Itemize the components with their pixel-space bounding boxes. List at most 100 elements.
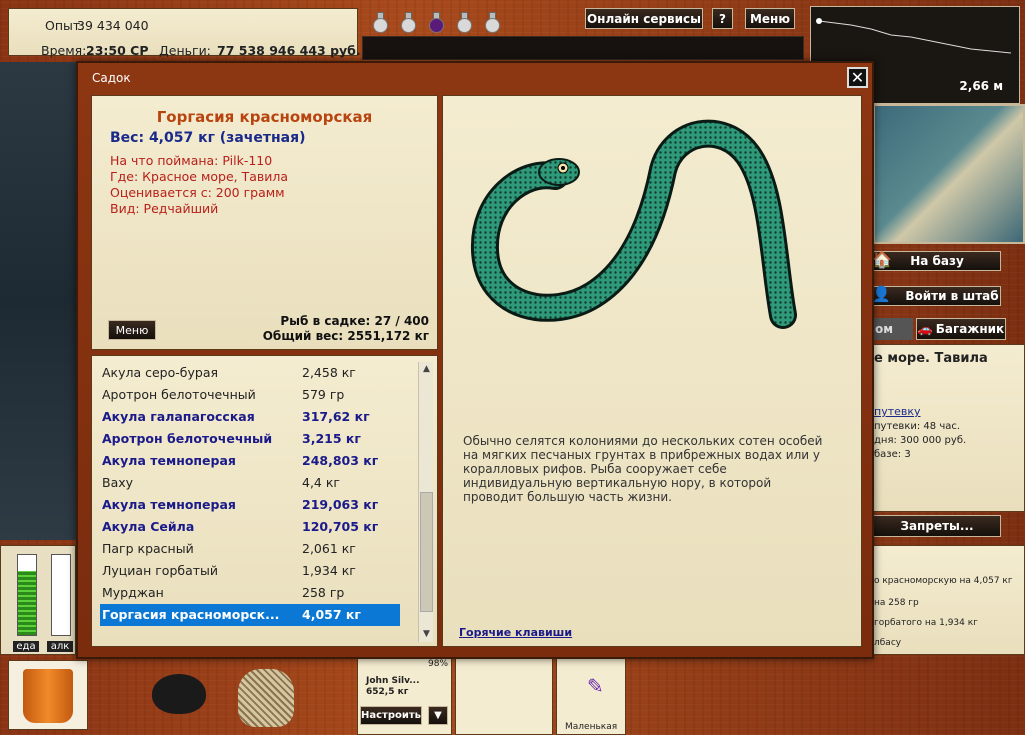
permit-duration: путевки: 48 час. bbox=[874, 421, 961, 432]
bucket-icon bbox=[23, 669, 73, 723]
hotkeys-link[interactable]: Горячие клавиши bbox=[459, 626, 572, 639]
eel-image bbox=[471, 119, 797, 329]
enter-hq-label: Войти в штаб bbox=[905, 289, 999, 303]
fish-list-row[interactable]: Акула Сейла 120,705 кг bbox=[100, 516, 400, 538]
catch-log: о красноморскую на 4,057 кг на 258 гр го… bbox=[873, 545, 1025, 655]
net-icon bbox=[238, 669, 294, 727]
sea-view bbox=[0, 62, 76, 540]
status-strip bbox=[362, 36, 804, 60]
food-bar bbox=[17, 554, 37, 636]
fish-list-row[interactable]: Акула серо-бурая 2,458 кг bbox=[100, 362, 400, 384]
fish-list-scrollbar[interactable]: ▲ ▼ bbox=[418, 362, 433, 642]
lure-size: Маленькая bbox=[565, 722, 618, 732]
fish-row-weight: 4,4 кг bbox=[302, 475, 340, 490]
potion-icon[interactable] bbox=[426, 10, 446, 34]
caught-where: Где: Красное море, Тавила bbox=[110, 169, 289, 184]
tackle-percent: 98% bbox=[428, 659, 449, 669]
fish-row-name: Пагр красный bbox=[102, 541, 194, 556]
help-button[interactable]: ? bbox=[712, 8, 733, 29]
to-base-label: На базу bbox=[910, 254, 964, 268]
caught-on: На что поймана: Pilk-110 bbox=[110, 153, 273, 168]
window-title: Садок bbox=[92, 71, 131, 85]
potion-icon[interactable] bbox=[370, 10, 390, 34]
fish-row-weight: 3,215 кг bbox=[302, 431, 361, 446]
fish-image-panel: Обычно селятся колониями до нескольких с… bbox=[442, 95, 862, 647]
bans-button[interactable]: Запреты... bbox=[873, 515, 1001, 537]
potion-icon[interactable] bbox=[398, 10, 418, 34]
scroll-thumb[interactable] bbox=[420, 492, 433, 612]
fish-row-weight: 2,458 кг bbox=[302, 365, 356, 380]
fish-weight: Вес: 4,057 кг (зачетная) bbox=[110, 130, 306, 146]
fish-info-panel: Горгасия красноморская Вес: 4,057 кг (за… bbox=[91, 95, 438, 350]
keepnet-window: Садок ✕ Горгасия красноморская Вес: 4,05… bbox=[76, 61, 874, 659]
close-button[interactable]: ✕ bbox=[847, 67, 868, 88]
fish-list-row[interactable]: Луциан горбатый 1,934 кг bbox=[100, 560, 400, 582]
fish-list-row[interactable]: Аротрон белоточечный 579 гр bbox=[100, 384, 400, 406]
enter-hq-button[interactable]: 👤 Войти в штаб bbox=[872, 285, 1001, 306]
fish-list-row[interactable]: Мурджан 258 гр bbox=[100, 582, 400, 604]
fish-list-row[interactable]: Акула галапагосская 317,62 кг bbox=[100, 406, 400, 428]
fish-list-row[interactable]: Акула темноперая 219,063 кг bbox=[100, 494, 400, 516]
fish-row-weight: 219,063 кг bbox=[302, 497, 379, 512]
pot-slot[interactable] bbox=[148, 660, 214, 730]
fish-row-name: Ваху bbox=[102, 475, 134, 490]
tackle-owner: John Silv... bbox=[366, 676, 420, 686]
alcohol-bar bbox=[51, 554, 71, 636]
tackle-slot[interactable]: 98% John Silv... 652,5 кг Настроить ▼ bbox=[357, 655, 452, 735]
lure-slot[interactable]: ✎ Маленькая bbox=[556, 655, 626, 735]
online-services-button[interactable]: Онлайн сервисы bbox=[585, 8, 703, 29]
potion-icon[interactable] bbox=[482, 10, 502, 34]
fish-row-weight: 1,934 кг bbox=[302, 563, 356, 578]
to-base-button[interactable]: 🏠 На базу bbox=[872, 250, 1001, 271]
log-line: о красноморскую на 4,057 кг bbox=[874, 576, 1013, 586]
scroll-down-icon[interactable]: ▼ bbox=[419, 627, 434, 642]
fish-list-row[interactable]: Пагр красный 2,061 кг bbox=[100, 538, 400, 560]
bucket-slot[interactable] bbox=[8, 660, 88, 730]
tackle-weight: 652,5 кг bbox=[366, 687, 409, 697]
location-panel: е море. Тавила путевку путевки: 48 час. … bbox=[873, 344, 1025, 512]
fish-row-name: Аротрон белоточечный bbox=[102, 387, 256, 402]
fish-row-name: Горгасия красноморск... bbox=[102, 607, 280, 622]
fish-row-name: Аротрон белоточечный bbox=[102, 431, 273, 446]
lure-icon: ✎ bbox=[587, 674, 604, 698]
fish-row-weight: 317,62 кг bbox=[302, 409, 370, 424]
fish-row-weight: 579 гр bbox=[302, 387, 345, 402]
log-line: горбатого на 1,934 кг bbox=[874, 618, 978, 628]
car-icon: 🚗 bbox=[917, 322, 933, 336]
fish-row-weight: 2,061 кг bbox=[302, 541, 356, 556]
location-map[interactable] bbox=[873, 104, 1025, 244]
experience-value: 39 434 040 bbox=[77, 18, 149, 33]
trunk-button[interactable]: 🚗 Багажник bbox=[916, 318, 1006, 340]
fish-description: Обычно селятся колониями до нескольких с… bbox=[463, 434, 823, 504]
fish-row-name: Акула серо-бурая bbox=[102, 365, 218, 380]
fish-list-row[interactable]: Аротрон белоточечный 3,215 кг bbox=[100, 428, 400, 450]
configure-dropdown-button[interactable]: ▼ bbox=[428, 706, 448, 725]
potion-icon[interactable] bbox=[454, 10, 474, 34]
potions-bar bbox=[360, 6, 560, 36]
fish-count: Рыб в садке: 27 / 400 bbox=[280, 314, 429, 328]
person-icon: 👤 bbox=[872, 285, 891, 303]
scroll-up-icon[interactable]: ▲ bbox=[419, 362, 434, 377]
fish-list[interactable]: Акула серо-бурая 2,458 кг Аротрон белоточе… bbox=[91, 355, 438, 647]
log-line: лбасу bbox=[874, 638, 902, 648]
player-info-panel: Опыт: 39 434 040 Время: 23:50 СР Деньги:… bbox=[8, 8, 361, 58]
trunk-label: Багажник bbox=[935, 322, 1005, 336]
fish-list-row[interactable]: Ваху 4,4 кг bbox=[100, 472, 400, 494]
fish-row-weight: 248,803 кг bbox=[302, 453, 379, 468]
close-icon: ✕ bbox=[850, 67, 865, 87]
fish-list-row[interactable]: Акула темноперая 248,803 кг bbox=[100, 450, 400, 472]
fish-row-name: Акула темноперая bbox=[102, 497, 236, 512]
rated-from: Оценивается с: 200 грамм bbox=[110, 185, 285, 200]
partial-button[interactable]: ом bbox=[873, 318, 913, 340]
fish-menu-button[interactable]: Меню bbox=[108, 320, 156, 340]
tackle-slot-empty[interactable] bbox=[455, 655, 553, 735]
main-menu-button[interactable]: Меню bbox=[745, 8, 795, 29]
net-slot[interactable] bbox=[232, 655, 304, 733]
configure-button[interactable]: Настроить bbox=[360, 706, 422, 725]
permit-link[interactable]: путевку bbox=[874, 405, 921, 418]
pot-icon bbox=[152, 674, 206, 714]
fish-name: Горгасия красноморская bbox=[156, 108, 373, 126]
fish-row-weight: 120,705 кг bbox=[302, 519, 379, 534]
fish-list-row[interactable]: Горгасия красноморск... 4,057 кг bbox=[100, 604, 400, 626]
fish-row-name: Мурджан bbox=[102, 585, 164, 600]
